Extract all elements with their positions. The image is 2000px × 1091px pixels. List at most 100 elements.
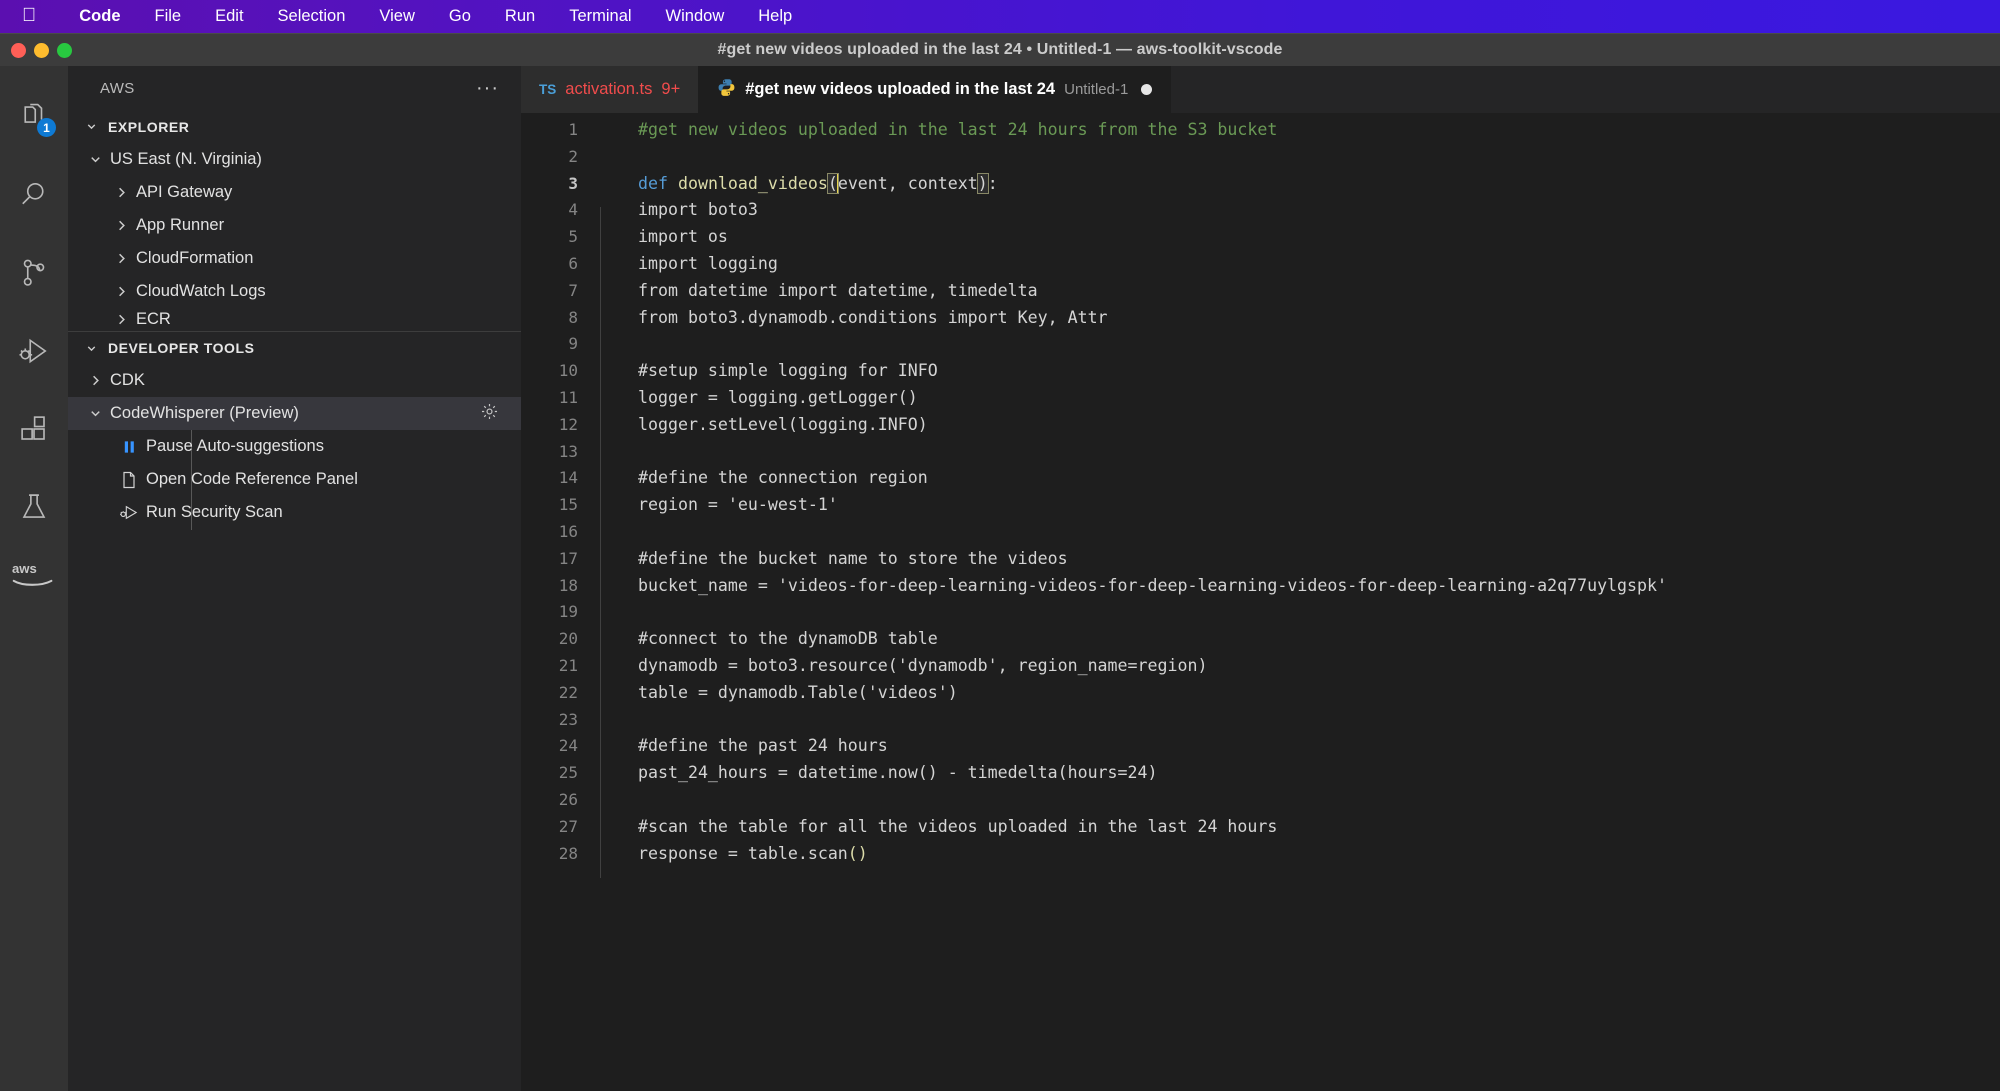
activity-search-button[interactable] xyxy=(11,172,57,218)
zoom-window-button[interactable] xyxy=(57,43,72,58)
action-run-security-scan[interactable]: Run Security Scan xyxy=(68,496,521,529)
activity-explorer-button[interactable]: 1 xyxy=(11,94,57,140)
menu-item-window[interactable]: Window xyxy=(649,7,742,26)
line-number: 23 xyxy=(558,709,578,729)
tree-item-ecr[interactable]: ECR xyxy=(68,308,521,330)
minimize-window-button[interactable] xyxy=(34,43,49,58)
aws-icon[interactable]: aws xyxy=(10,553,56,593)
sidebar-section-developer-tools-label: DEVELOPER TOOLS xyxy=(108,340,255,356)
code-text: #connect to the dynamoDB table xyxy=(638,626,938,653)
menu-item-go[interactable]: Go xyxy=(432,7,488,26)
menu-item-file[interactable]: File xyxy=(138,7,199,26)
tree-item-app-runner[interactable]: App Runner xyxy=(68,209,521,242)
code-line[interactable]: 14 #define the connection region xyxy=(521,465,2000,503)
code-line[interactable]: 13 xyxy=(521,439,2000,476)
code-line[interactable]: 19 xyxy=(521,599,2000,637)
tab-dirty-indicator[interactable] xyxy=(1141,84,1153,95)
sidebar-header: AWS ··· xyxy=(68,66,521,110)
code-line[interactable]: 23 xyxy=(521,707,2000,744)
code-line[interactable]: 22 table = dynamodb.Table('videos') xyxy=(521,680,2000,718)
code-text: import boto3 xyxy=(638,197,758,224)
sidebar-section-explorer[interactable]: EXPLORER xyxy=(68,110,521,143)
line-number: 5 xyxy=(568,227,578,247)
action-label: Run Security Scan xyxy=(146,503,283,521)
code-line[interactable]: 28 response = table.scan() xyxy=(521,841,2000,878)
menu-item-selection[interactable]: Selection xyxy=(261,7,363,26)
code-line[interactable]: 18 bucket_name = 'videos-for-deep-learnin… xyxy=(521,573,2000,610)
menu-item-terminal[interactable]: Terminal xyxy=(552,7,648,26)
tab-label: #get new videos uploaded in the last 24 xyxy=(745,80,1056,98)
menu-item-run[interactable]: Run xyxy=(488,7,552,26)
code-line[interactable]: 25 past_24_hours = datetime.now() - timed… xyxy=(521,760,2000,798)
chevron-right-icon xyxy=(84,370,106,392)
code-line[interactable]: 8 from boto3.dynamodb.conditions import K… xyxy=(521,305,2000,342)
tree-item-label: CodeWhisperer (Preview) xyxy=(110,404,299,422)
code-token: from boto3.dynamodb.conditions import Ke… xyxy=(638,307,1108,327)
action-pause-auto-suggestions[interactable]: Pause Auto-suggestions xyxy=(68,430,521,463)
gear-icon[interactable] xyxy=(480,402,499,426)
tree-item-codewhisperer[interactable]: CodeWhisperer (Preview) xyxy=(68,397,521,430)
code-line[interactable]: 6 import logging xyxy=(521,251,2000,289)
code-token: ) xyxy=(976,172,989,194)
code-token: #define the past 24 hours xyxy=(638,736,888,756)
code-line[interactable]: 12 logger.setLevel(logging.INFO) xyxy=(521,412,2000,450)
tab-activation-ts[interactable]: TS activation.ts 9+ xyxy=(521,66,700,113)
code-line[interactable]: 4 import boto3 xyxy=(521,197,2000,235)
editor-tab-bar: TS activation.ts 9+ #get new videos uplo… xyxy=(521,66,2000,113)
code-line[interactable]: 15 region = 'eu-west-1' xyxy=(521,492,2000,530)
close-window-button[interactable] xyxy=(11,43,26,58)
code-token: def xyxy=(638,173,678,193)
tree-item-label: CDK xyxy=(110,371,145,389)
code-line[interactable]: 11 logger = logging.getLogger() xyxy=(521,385,2000,423)
menu-item-help[interactable]: Help xyxy=(741,7,809,26)
window-title-bar: #get new videos uploaded in the last 24 … xyxy=(0,33,2000,66)
tree-item-api-gateway[interactable]: API Gateway xyxy=(68,176,521,209)
line-number: 2 xyxy=(568,146,578,166)
action-open-code-reference-panel[interactable]: Open Code Reference Panel xyxy=(68,463,521,496)
tree-item-cloudformation[interactable]: CloudFormation xyxy=(68,242,521,275)
code-line[interactable]: 10 #setup simple logging for INFO xyxy=(521,358,2000,396)
activity-source-control-button[interactable] xyxy=(11,250,57,296)
activity-extensions-button[interactable] xyxy=(11,406,57,452)
code-line[interactable]: 17 #define the bucket name to store the v… xyxy=(521,546,2000,584)
code-editor[interactable]: 1 #get new videos uploaded in the last 24… xyxy=(521,113,2000,1091)
code-line[interactable]: 24 #define the past 24 hours xyxy=(521,733,2000,771)
code-line[interactable]: 26 xyxy=(521,787,2000,825)
code-text: #define the past 24 hours xyxy=(638,733,888,760)
code-line[interactable]: 2 xyxy=(521,144,2000,171)
apple-logo-icon[interactable]:  xyxy=(22,6,36,25)
tree-item-cdk[interactable]: CDK xyxy=(68,364,521,397)
code-line[interactable]: 1 #get new videos uploaded in the last 24… xyxy=(521,117,2000,144)
line-number: 9 xyxy=(568,334,578,354)
menu-item-view[interactable]: View xyxy=(362,7,431,26)
sidebar-title: AWS xyxy=(100,79,135,97)
tab-untitled-1[interactable]: #get new videos uploaded in the last 24 … xyxy=(699,66,1172,113)
code-text: logger.setLevel(logging.INFO) xyxy=(638,412,928,439)
code-line[interactable]: 27 #scan the table for all the videos upl… xyxy=(521,814,2000,852)
code-text: from boto3.dynamodb.conditions import Ke… xyxy=(638,305,1108,332)
line-number: 26 xyxy=(558,789,578,809)
code-line[interactable]: 9 xyxy=(521,331,2000,369)
code-text: region = 'eu-west-1' xyxy=(638,492,838,519)
chevron-right-icon xyxy=(110,281,132,303)
code-line[interactable]: 7 from datetime import datetime, timedelt… xyxy=(521,278,2000,316)
tree-item-region[interactable]: US East (N. Virginia) xyxy=(68,143,521,176)
line-number: 8 xyxy=(568,307,578,327)
code-line[interactable]: 16 xyxy=(521,519,2000,557)
menu-item-code[interactable]: Code xyxy=(62,7,137,26)
activity-run-debug-button[interactable] xyxy=(11,328,57,374)
code-line[interactable]: 20 #connect to the dynamoDB table xyxy=(521,626,2000,664)
code-token: #scan the table for all the videos uploa… xyxy=(638,816,1278,836)
sidebar-more-actions-button[interactable]: ··· xyxy=(476,78,499,98)
code-token: ( xyxy=(847,843,858,863)
activity-testing-button[interactable] xyxy=(11,484,57,530)
code-text: #define the bucket name to store the vid… xyxy=(638,546,1068,573)
sidebar-section-developer-tools[interactable]: DEVELOPER TOOLS xyxy=(68,331,521,364)
menu-item-edit[interactable]: Edit xyxy=(198,7,260,26)
code-line[interactable]: 21 dynamodb = boto3.resource('dynamodb', … xyxy=(521,653,2000,691)
tree-item-cloudwatch-logs[interactable]: CloudWatch Logs xyxy=(68,275,521,308)
chevron-right-icon xyxy=(110,215,132,237)
code-line[interactable]: 5 import os xyxy=(521,224,2000,262)
line-number: 19 xyxy=(558,602,578,622)
code-line[interactable]: 3 def download_videos(event, context): xyxy=(521,171,2000,198)
